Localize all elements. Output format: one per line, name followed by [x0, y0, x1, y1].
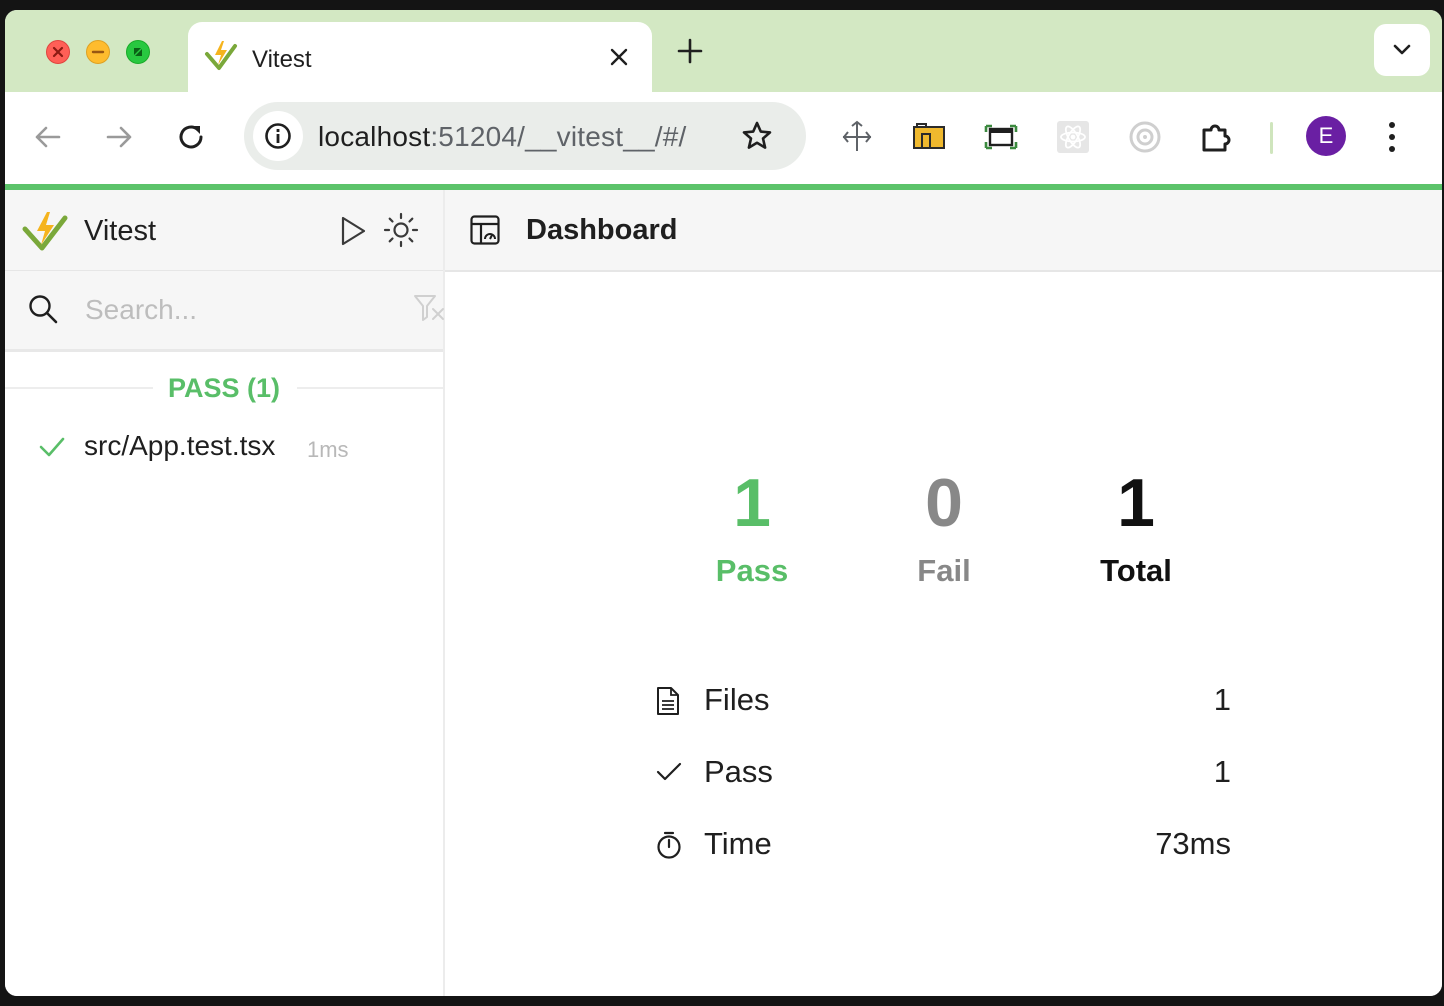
- browser-window: Vitest localhost:51204/__vitest__/#/ E V…: [5, 10, 1442, 996]
- browser-toolbar: localhost:51204/__vitest__/#/ E: [5, 92, 1442, 184]
- sidebar-title: Vitest: [84, 215, 157, 247]
- main-panel: Dashboard 1 Pass 0 Fail 1 Total Files 1 …: [445, 190, 1442, 996]
- pass-count: 1: [733, 465, 771, 541]
- close-window-button[interactable]: [46, 40, 70, 64]
- new-tab-icon[interactable]: [675, 36, 705, 66]
- vitest-ui: Vitest PASS (1): [5, 190, 1442, 996]
- extensions-puzzle-icon[interactable]: [1200, 120, 1234, 154]
- tab-vitest[interactable]: Vitest: [188, 22, 652, 92]
- info-icon: [265, 123, 291, 149]
- folder-extension-icon[interactable]: [912, 120, 946, 154]
- vitest-favicon-icon: [205, 41, 237, 70]
- metric-label: Pass: [704, 754, 773, 789]
- minimize-window-button[interactable]: [86, 40, 110, 64]
- window-extension-icon[interactable]: [984, 120, 1018, 154]
- clear-filter-icon[interactable]: [413, 293, 445, 323]
- metric-value: 1: [1213, 682, 1231, 717]
- site-info-button[interactable]: [253, 111, 303, 161]
- sidebar: Vitest PASS (1): [5, 190, 445, 996]
- reload-icon[interactable]: [174, 120, 208, 154]
- dashboard-icon: [470, 215, 500, 245]
- file-icon: [657, 687, 679, 715]
- toolbar-divider: [1270, 122, 1273, 154]
- metric-pass: Pass 1: [655, 750, 1235, 796]
- vitest-logo-icon: [22, 212, 68, 251]
- pass-check-icon: [39, 437, 65, 457]
- total-label: Total: [1100, 553, 1172, 588]
- metric-files: Files 1: [655, 678, 1235, 724]
- fullscreen-icon: [134, 48, 142, 56]
- close-icon: [52, 46, 64, 58]
- bookmark-star-icon[interactable]: [740, 119, 774, 153]
- tab-strip: Vitest: [5, 10, 1442, 92]
- search-icon: [29, 295, 58, 324]
- back-arrow-icon[interactable]: [31, 120, 65, 154]
- tab-search-button[interactable]: [1374, 24, 1430, 76]
- address-bar[interactable]: localhost:51204/__vitest__/#/: [244, 102, 806, 170]
- pass-group-header: PASS (1): [5, 370, 443, 406]
- target-extension-icon[interactable]: [1128, 120, 1162, 154]
- more-menu-icon[interactable]: [1385, 120, 1399, 154]
- test-file-name: src/App.test.tsx: [84, 430, 276, 461]
- test-file-duration: 1ms: [307, 437, 349, 462]
- fail-count: 0: [925, 465, 963, 541]
- check-icon: [656, 762, 682, 781]
- page-title: Dashboard: [526, 214, 678, 246]
- fail-label: Fail: [917, 553, 971, 588]
- react-devtools-icon[interactable]: [1056, 120, 1090, 154]
- search-bar: [5, 271, 445, 352]
- minimize-icon: [91, 50, 105, 54]
- metric-value: 1: [1213, 754, 1231, 789]
- url-text: localhost:51204/__vitest__/#/: [318, 121, 687, 152]
- close-tab-icon[interactable]: [608, 46, 630, 68]
- maximize-window-button[interactable]: [126, 40, 150, 64]
- forward-arrow-icon[interactable]: [102, 120, 136, 154]
- chevron-down-icon: [1393, 44, 1411, 55]
- run-all-icon[interactable]: [338, 215, 368, 247]
- metric-label: Time: [704, 826, 772, 861]
- tab-title: Vitest: [252, 46, 312, 73]
- dashboard-header: Dashboard: [445, 190, 1442, 272]
- pass-label: Pass: [715, 553, 789, 588]
- profile-avatar[interactable]: E: [1306, 116, 1346, 156]
- sidebar-header: Vitest: [5, 190, 443, 271]
- metric-label: Files: [704, 682, 770, 717]
- total-count: 1: [1117, 465, 1155, 541]
- metric-time: Time 73ms: [655, 822, 1235, 868]
- test-file-row[interactable]: src/App.test.tsx 1ms: [5, 426, 443, 470]
- pass-group-label: PASS (1): [167, 373, 281, 403]
- timer-icon: [657, 831, 681, 859]
- metric-value: 73ms: [1155, 826, 1231, 861]
- search-input[interactable]: [83, 289, 407, 331]
- move-extension-icon[interactable]: [840, 120, 874, 154]
- theme-toggle-sun-icon[interactable]: [383, 212, 419, 248]
